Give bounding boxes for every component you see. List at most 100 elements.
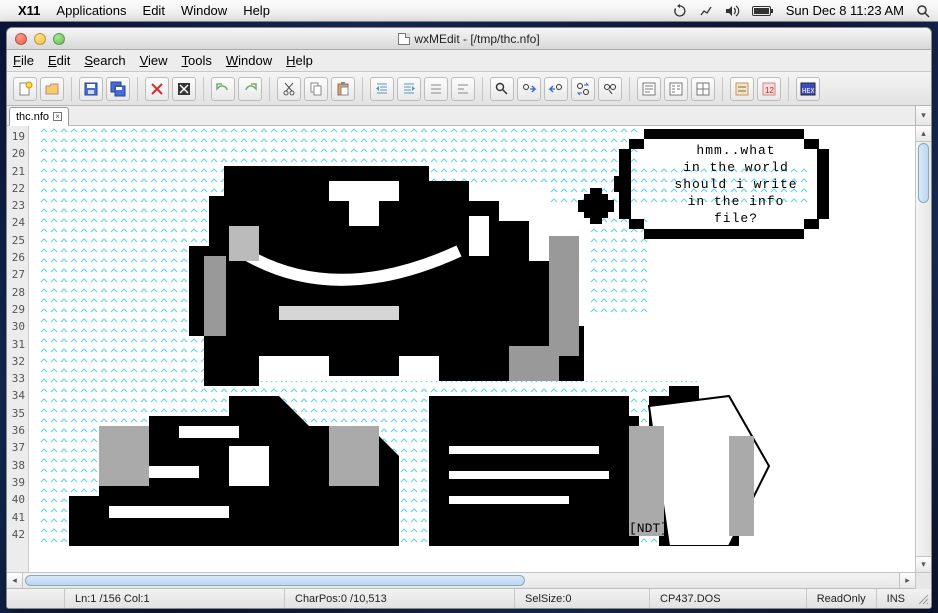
tab-bar: thc.nfo × ▾ [7, 106, 931, 126]
paste-button[interactable] [331, 77, 355, 101]
new-file-button[interactable] [13, 77, 37, 101]
scroll-down-arrow-icon[interactable]: ▾ [916, 556, 931, 572]
line-number: 22 [7, 180, 25, 197]
window-zoom-button[interactable] [53, 33, 65, 45]
vertical-scroll-thumb[interactable] [918, 143, 929, 203]
close-all-button[interactable] [172, 77, 196, 101]
thought-bubble-text: hmm..what in the world should i write in… [656, 142, 816, 227]
sync-icon[interactable] [673, 4, 687, 18]
comment-button[interactable] [424, 77, 448, 101]
status-position: Ln:1 /156 Col:1 [65, 589, 285, 608]
scroll-right-arrow-icon[interactable]: ▸ [899, 573, 915, 588]
status-bar: Ln:1 /156 Col:1 CharPos:0 /10,513 SelSiz… [7, 588, 931, 608]
menu-edit[interactable]: Edit [48, 53, 70, 68]
line-number: 25 [7, 232, 25, 249]
menu-view[interactable]: View [140, 53, 168, 68]
signature-text: [NDT] [629, 521, 668, 536]
line-number: 37 [7, 439, 25, 456]
status-menu-icon[interactable] [699, 4, 713, 18]
wrap-button[interactable] [730, 77, 754, 101]
scroll-left-arrow-icon[interactable]: ◂ [7, 573, 23, 588]
volume-icon[interactable] [725, 4, 740, 18]
tab-dropdown-button[interactable]: ▾ [915, 106, 931, 125]
tab-close-icon[interactable]: × [53, 112, 62, 121]
app-window: wxMEdit - [/tmp/thc.nfo] File Edit Searc… [6, 27, 932, 609]
line-number: 40 [7, 491, 25, 508]
battery-icon[interactable] [752, 5, 774, 17]
menu-help[interactable]: Help [286, 53, 313, 68]
close-file-button[interactable] [145, 77, 169, 101]
line-number: 38 [7, 457, 25, 474]
column-mode-button[interactable] [664, 77, 688, 101]
open-file-button[interactable] [40, 77, 64, 101]
linenum-button[interactable]: 12 [757, 77, 781, 101]
menu-file[interactable]: File [13, 53, 34, 68]
window-titlebar[interactable]: wxMEdit - [/tmp/thc.nfo] [7, 28, 931, 50]
find-prev-button[interactable] [544, 77, 568, 101]
window-minimize-button[interactable] [34, 33, 46, 45]
status-insert-mode[interactable]: INS [877, 589, 915, 608]
find-next-button[interactable] [517, 77, 541, 101]
svg-text:12: 12 [765, 86, 774, 95]
find-button[interactable] [490, 77, 514, 101]
editor-area: 1920212223242526272829303132333435363738… [7, 126, 931, 572]
copy-button[interactable] [304, 77, 328, 101]
line-number: 41 [7, 509, 25, 526]
cut-button[interactable] [277, 77, 301, 101]
hex-mode-button[interactable] [691, 77, 715, 101]
line-number: 26 [7, 249, 25, 266]
spotlight-icon[interactable] [916, 4, 930, 18]
resize-grip-icon[interactable] [915, 593, 931, 605]
line-number-gutter: 1920212223242526272829303132333435363738… [7, 126, 29, 572]
menubar-app-name[interactable]: X11 [18, 3, 40, 18]
menu-tools[interactable]: Tools [182, 53, 212, 68]
app-menubar: File Edit Search View Tools Window Help [7, 50, 931, 72]
menu-window[interactable]: Window [226, 53, 272, 68]
line-number: 32 [7, 353, 25, 370]
line-number: 33 [7, 370, 25, 387]
tab-label: thc.nfo [16, 111, 49, 123]
line-number: 34 [7, 387, 25, 404]
indent-button[interactable] [370, 77, 394, 101]
replace-button[interactable] [571, 77, 595, 101]
line-number: 42 [7, 526, 25, 543]
menubar-edit[interactable]: Edit [143, 3, 165, 18]
line-number: 39 [7, 474, 25, 491]
status-encoding[interactable]: CP437.DOS [650, 589, 807, 608]
status-readonly[interactable]: ReadOnly [807, 589, 877, 608]
line-number: 30 [7, 318, 25, 335]
menubar-window[interactable]: Window [181, 3, 227, 18]
vertical-scrollbar[interactable]: ▴ ▾ [915, 126, 931, 572]
tab-thc-nfo[interactable]: thc.nfo × [9, 107, 69, 126]
menubar-help[interactable]: Help [243, 3, 270, 18]
menu-search[interactable]: Search [84, 53, 125, 68]
line-number: 19 [7, 128, 25, 145]
line-number: 29 [7, 301, 25, 318]
text-mode-button[interactable] [637, 77, 661, 101]
uncomment-button[interactable] [451, 77, 475, 101]
horizontal-scroll-thumb[interactable] [25, 575, 525, 586]
save-button[interactable] [79, 77, 103, 101]
status-spacer [7, 589, 65, 608]
line-number: 20 [7, 145, 25, 162]
editor-canvas[interactable]: hmm..what in the world should i write in… [29, 126, 931, 572]
save-all-button[interactable] [106, 77, 130, 101]
redo-button[interactable] [238, 77, 262, 101]
menubar-applications[interactable]: Applications [56, 3, 126, 18]
outdent-button[interactable] [397, 77, 421, 101]
line-number: 24 [7, 214, 25, 231]
horizontal-scrollbar[interactable]: ◂ ▸ [7, 572, 931, 588]
line-number: 31 [7, 336, 25, 353]
scroll-up-arrow-icon[interactable]: ▴ [916, 126, 931, 142]
menubar-clock[interactable]: Sun Dec 8 11:23 AM [786, 3, 904, 18]
find-in-files-button[interactable] [598, 77, 622, 101]
line-number: 28 [7, 284, 25, 301]
line-number: 27 [7, 266, 25, 283]
window-close-button[interactable] [15, 33, 27, 45]
toolbar: 12 HEX [7, 72, 931, 106]
undo-button[interactable] [211, 77, 235, 101]
line-number: 35 [7, 405, 25, 422]
line-number: 23 [7, 197, 25, 214]
hex-toggle-button[interactable]: HEX [796, 77, 820, 101]
document-icon [398, 33, 410, 45]
